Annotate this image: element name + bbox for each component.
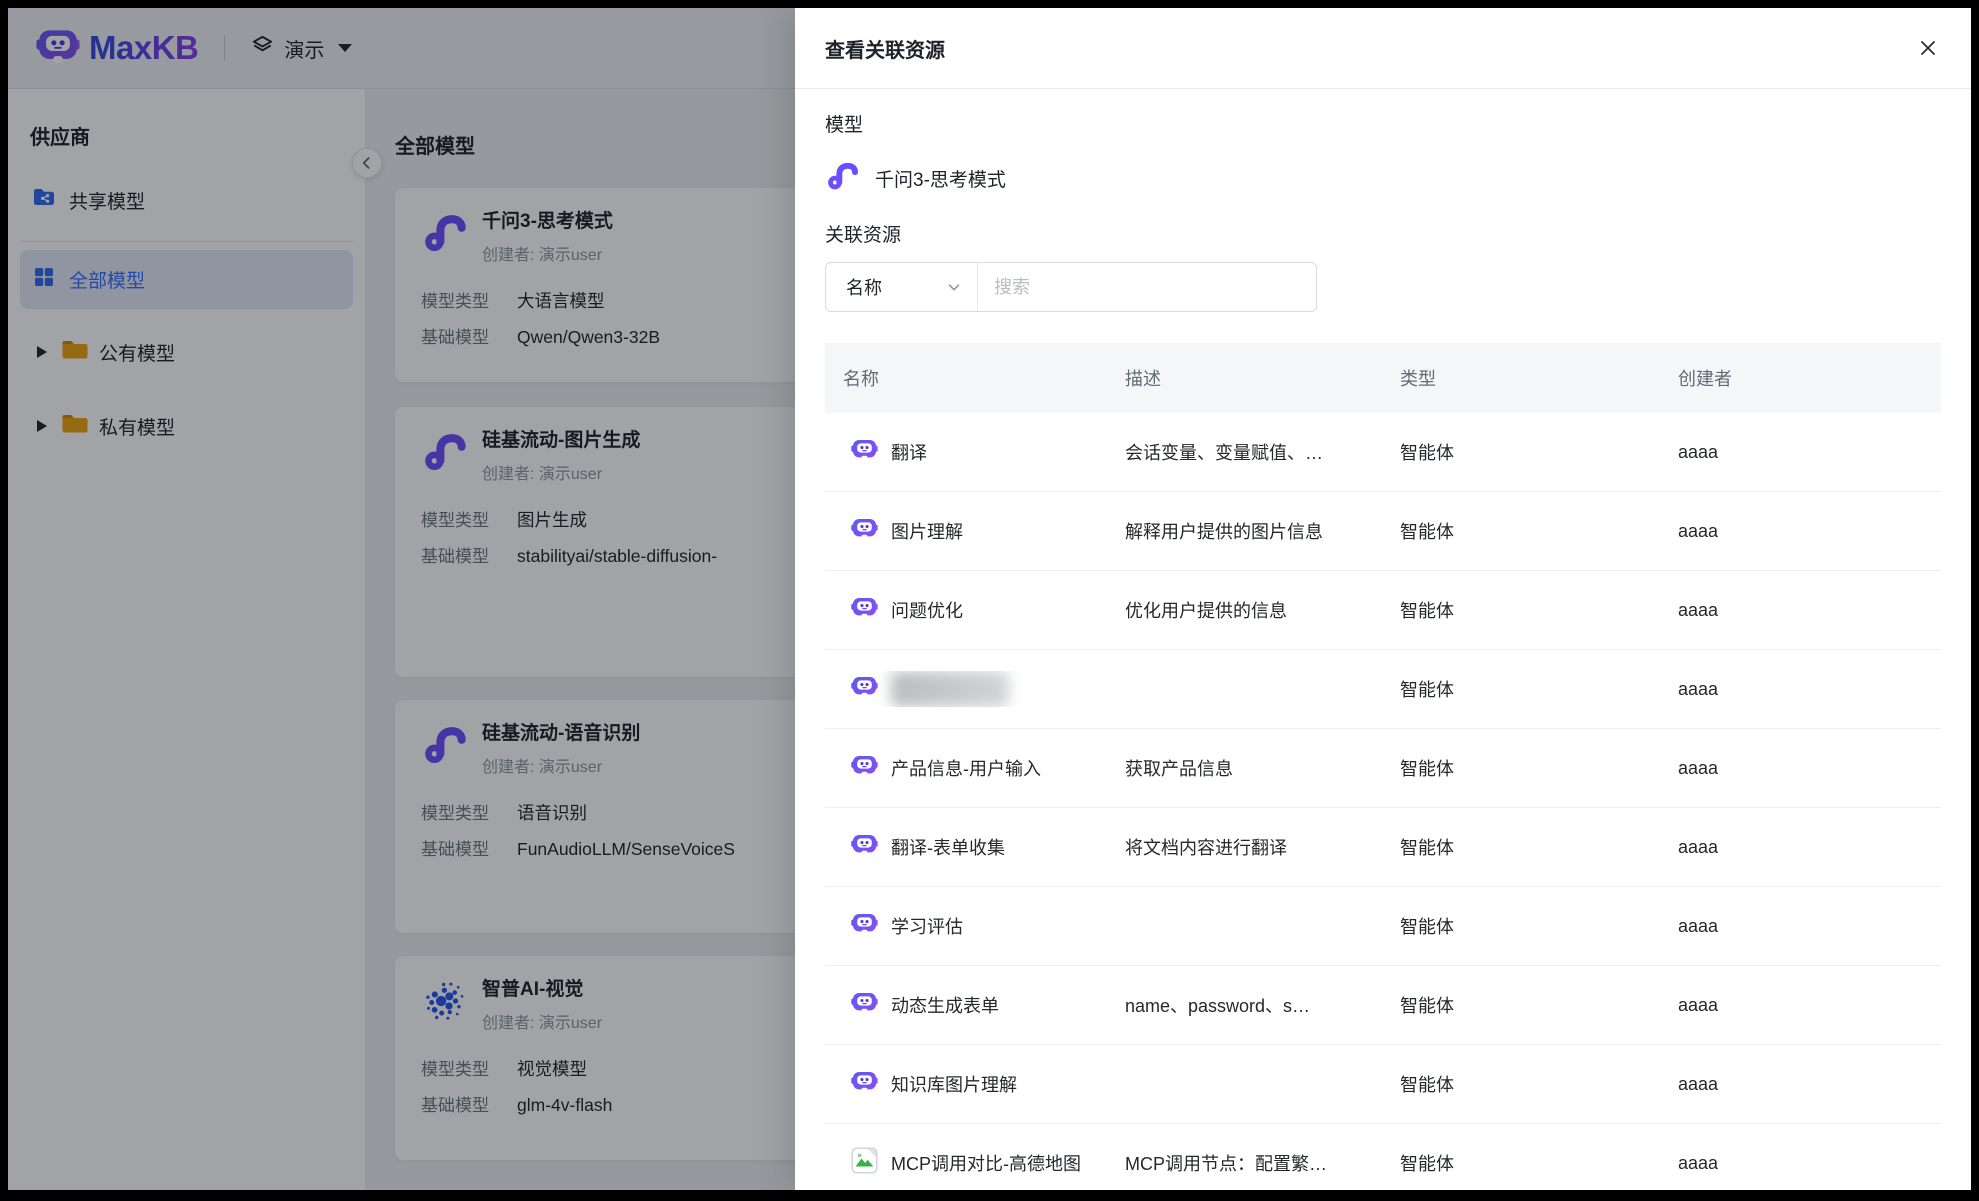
cell-creator: aaaa	[1678, 837, 1941, 858]
cell-description: name、password、s…	[1125, 992, 1400, 1018]
resource-name: 图片理解	[891, 518, 963, 544]
resource-name: 知识库图片理解	[891, 1071, 1017, 1097]
model-name: 千问3-思考模式	[875, 165, 1006, 192]
resource-name: 产品信息-用户输入	[891, 755, 1041, 781]
cell-creator: aaaa	[1678, 600, 1941, 621]
model-label: 模型	[825, 115, 1941, 137]
cell-name: 产品信息-用户输入	[825, 752, 1125, 784]
table-row: 动态生成表单 name、password、s… 智能体 aaaa	[825, 966, 1941, 1045]
table-row: 产品信息-用户输入 获取产品信息 智能体 aaaa	[825, 729, 1941, 808]
robot-app-icon	[851, 594, 878, 626]
resources-table: 名称 描述 类型 创建者 翻译 会话变量、变量赋值、… 智能体 aaaa	[825, 343, 1941, 1190]
table-row: 图片理解 解释用户提供的图片信息 智能体 aaaa	[825, 492, 1941, 571]
cell-creator: aaaa	[1678, 995, 1941, 1016]
cell-creator: aaaa	[1678, 521, 1941, 542]
cell-creator: aaaa	[1678, 1153, 1941, 1174]
resource-name: MCP调用对比-高德地图	[891, 1150, 1081, 1176]
resources-label: 关联资源	[825, 225, 1941, 247]
cell-name: 学习评估	[825, 910, 1125, 942]
cell-description: 会话变量、变量赋值、…	[1125, 439, 1400, 465]
table-row: 翻译 会话变量、变量赋值、… 智能体 aaaa	[825, 413, 1941, 492]
cell-creator: aaaa	[1678, 442, 1941, 463]
picture-icon	[851, 1147, 878, 1179]
cell-creator: aaaa	[1678, 758, 1941, 779]
table-row: MCP调用对比-高德地图 MCP调用节点：配置繁… 智能体 aaaa	[825, 1124, 1941, 1190]
cell-creator: aaaa	[1678, 1074, 1941, 1095]
header-cell: 创建者	[1678, 365, 1941, 391]
cell-description: MCP调用节点：配置繁…	[1125, 1150, 1400, 1176]
cell-name: 知识库图片理解	[825, 1068, 1125, 1100]
cell-type: 智能体	[1400, 518, 1678, 544]
table-row: 翻译-表单收集 将文档内容进行翻译 智能体 aaaa	[825, 808, 1941, 887]
cell-name: 动态生成表单	[825, 989, 1125, 1021]
search-input[interactable]	[978, 277, 1316, 298]
cell-type: 智能体	[1400, 755, 1678, 781]
table-row: 知识库图片理解 智能体 aaaa	[825, 1045, 1941, 1124]
robot-app-icon	[851, 436, 878, 468]
cell-creator: aaaa	[1678, 679, 1941, 700]
cell-type: 智能体	[1400, 992, 1678, 1018]
cell-type: 智能体	[1400, 439, 1678, 465]
cell-name: 翻译-表单收集	[825, 831, 1125, 863]
cell-name: 问题优化	[825, 594, 1125, 626]
siliconflow-icon	[825, 159, 859, 198]
close-button[interactable]	[1915, 35, 1941, 61]
robot-app-icon	[851, 752, 878, 784]
filter-select[interactable]: 名称	[826, 263, 978, 311]
table-header: 名称 描述 类型 创建者	[825, 343, 1941, 413]
header-cell: 名称	[825, 365, 1125, 391]
drawer-body: 模型 千问3-思考模式 关联资源 名称	[795, 89, 1971, 1190]
cell-type: 智能体	[1400, 1150, 1678, 1176]
cell-description: 获取产品信息	[1125, 755, 1400, 781]
robot-app-icon	[851, 1068, 878, 1100]
linked-model: 千问3-思考模式	[825, 161, 1941, 195]
resource-name: 翻译-表单收集	[891, 834, 1005, 860]
cell-name	[825, 671, 1125, 707]
drawer-title: 查看关联资源	[825, 34, 945, 63]
search-bar: 名称	[825, 262, 1317, 312]
cell-name: 图片理解	[825, 515, 1125, 547]
robot-app-icon	[851, 673, 878, 705]
cell-type: 智能体	[1400, 913, 1678, 939]
cell-description: 优化用户提供的信息	[1125, 597, 1400, 623]
resource-name: 动态生成表单	[891, 992, 999, 1018]
app-screen: MaxKB 演示 供应商 共享模型	[8, 8, 1971, 1190]
robot-app-icon	[851, 910, 878, 942]
table-row: 问题优化 优化用户提供的信息 智能体 aaaa	[825, 571, 1941, 650]
linked-resources-drawer: 查看关联资源 模型 千问3-思考模式 关联资源	[795, 8, 1971, 1190]
table-row: 智能体 aaaa	[825, 650, 1941, 729]
resource-name: 学习评估	[891, 913, 963, 939]
robot-app-icon	[851, 989, 878, 1021]
close-icon	[1917, 37, 1939, 59]
cell-name: 翻译	[825, 436, 1125, 468]
cell-description: 将文档内容进行翻译	[1125, 834, 1400, 860]
cell-creator: aaaa	[1678, 916, 1941, 937]
filter-value: 名称	[846, 274, 882, 300]
chevron-down-icon	[945, 278, 963, 296]
cell-type: 智能体	[1400, 834, 1678, 860]
blurred-name	[891, 671, 1009, 707]
table-row: 学习评估 智能体 aaaa	[825, 887, 1941, 966]
cell-name: MCP调用对比-高德地图	[825, 1147, 1125, 1179]
cell-type: 智能体	[1400, 597, 1678, 623]
drawer-header: 查看关联资源	[795, 8, 1971, 89]
cell-type: 智能体	[1400, 676, 1678, 702]
header-cell: 类型	[1400, 365, 1678, 391]
robot-app-icon	[851, 515, 878, 547]
header-cell: 描述	[1125, 365, 1400, 391]
cell-description: 解释用户提供的图片信息	[1125, 518, 1400, 544]
cell-type: 智能体	[1400, 1071, 1678, 1097]
resource-name: 问题优化	[891, 597, 963, 623]
resource-name: 翻译	[891, 439, 927, 465]
robot-app-icon	[851, 831, 878, 863]
